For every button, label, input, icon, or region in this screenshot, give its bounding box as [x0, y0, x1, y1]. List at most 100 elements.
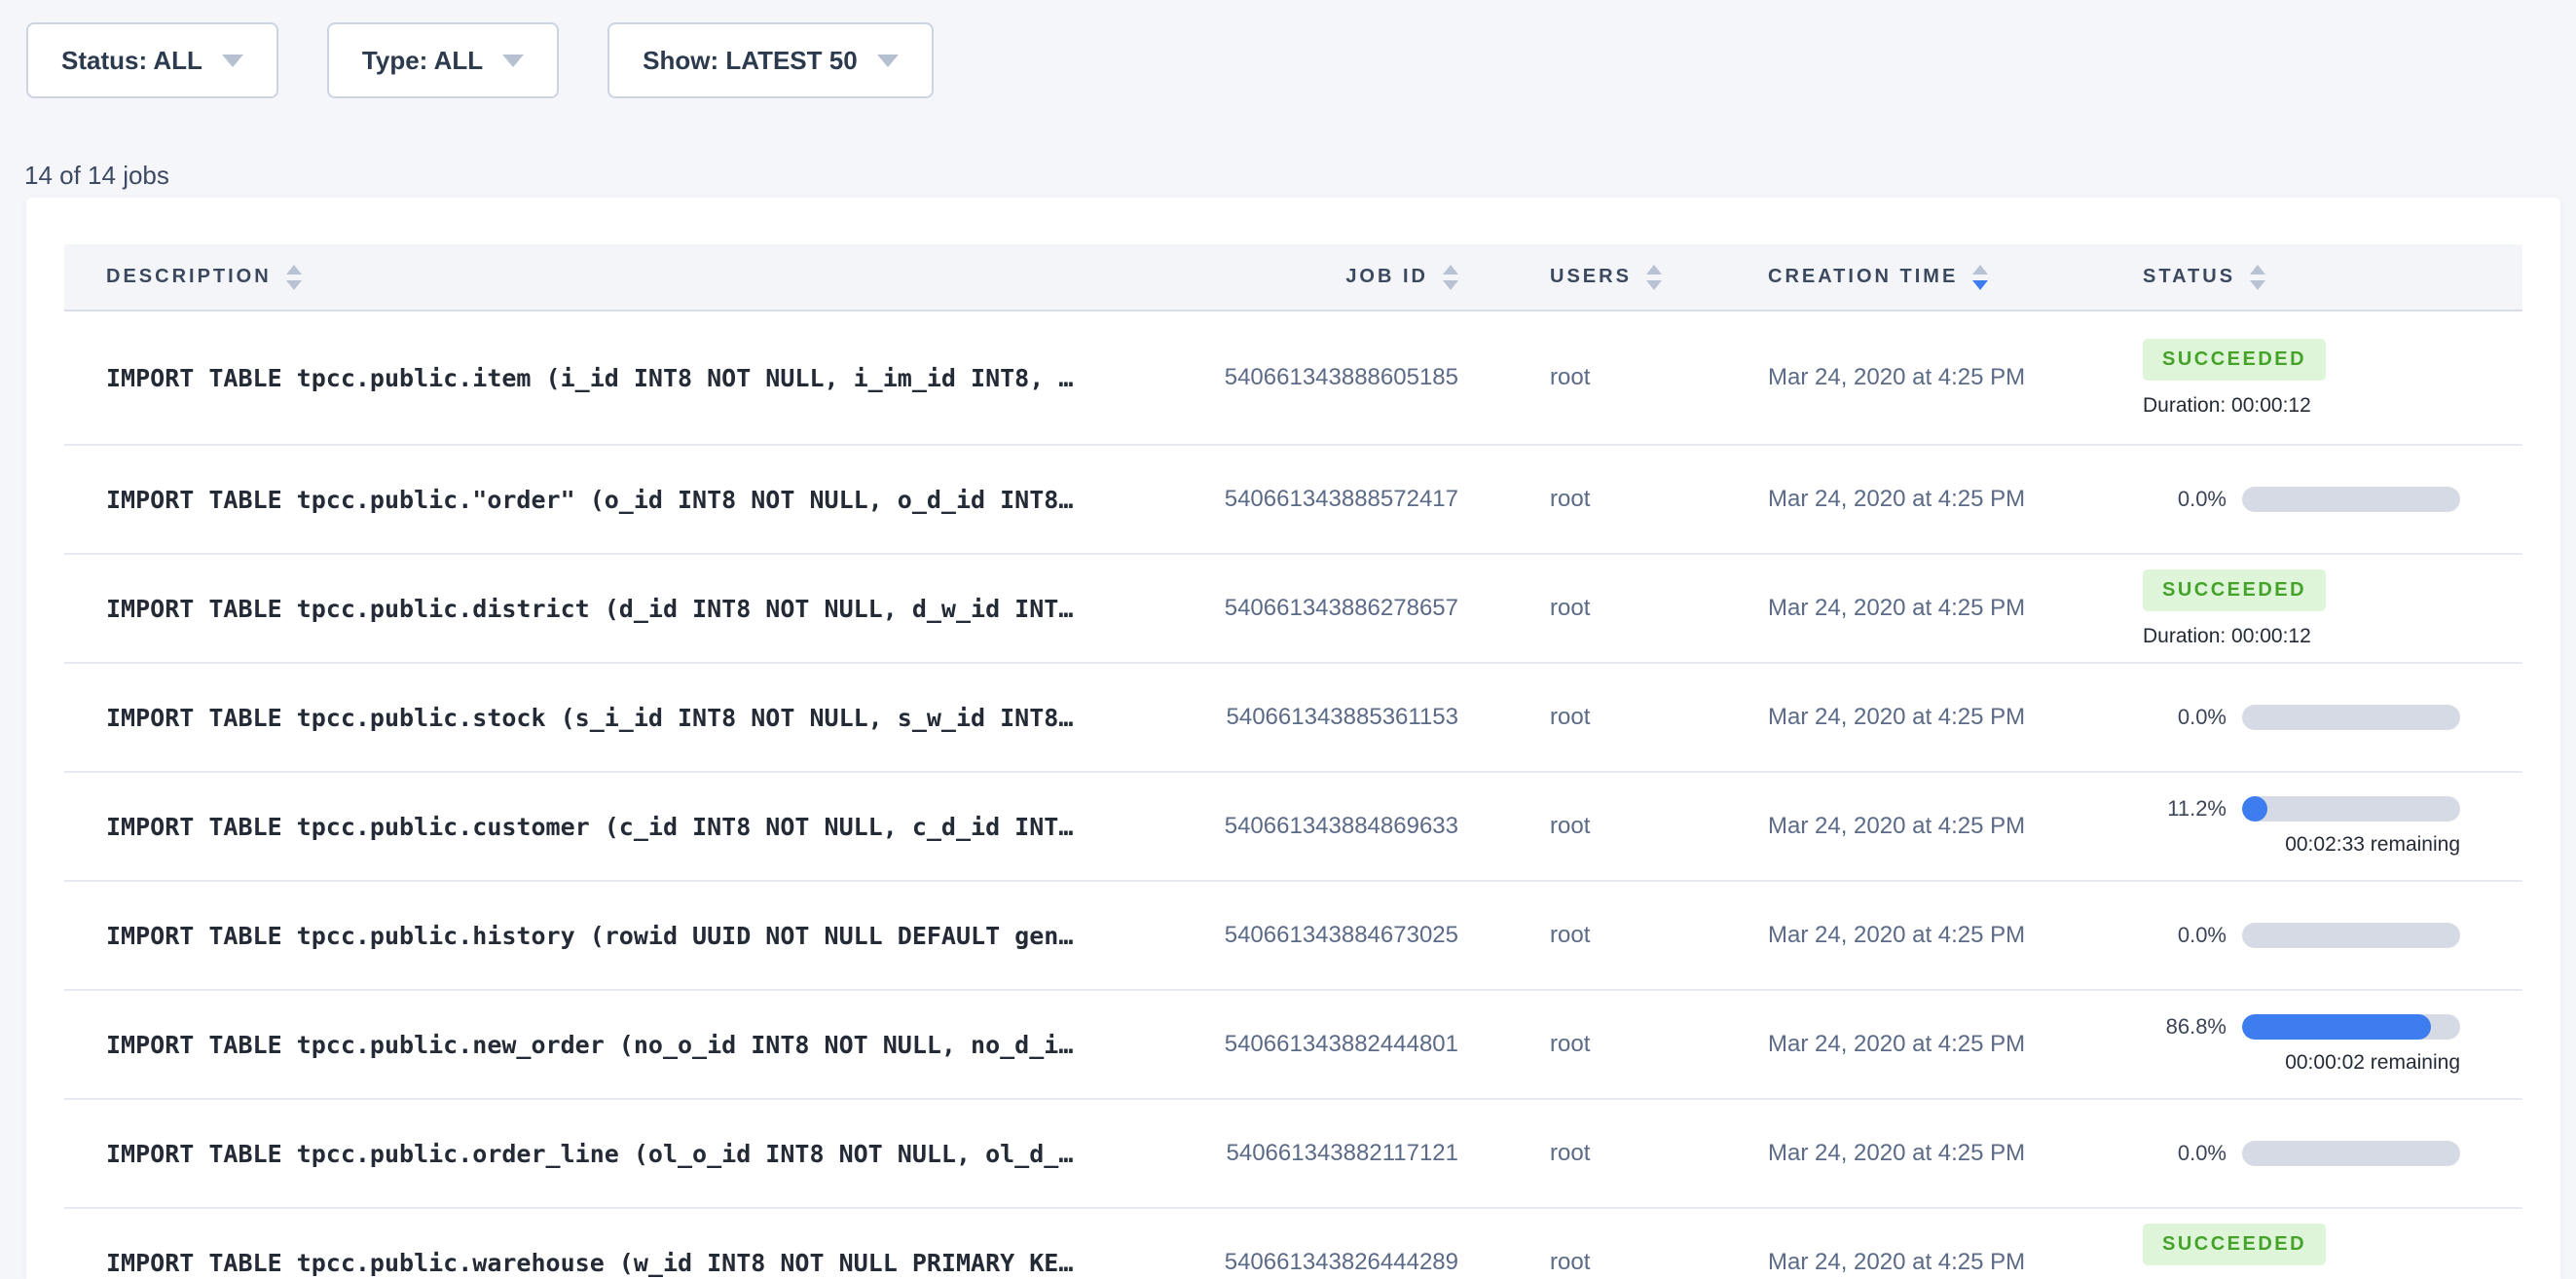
status-succeeded: SUCCEEDED Duration: 00:00:08 [2143, 1224, 2522, 1279]
sort-icon[interactable] [1443, 265, 1458, 290]
job-description[interactable]: IMPORT TABLE tpcc.public.warehouse (w_id… [64, 1208, 1166, 1279]
job-user: root [1458, 990, 1682, 1099]
progress-bar-fill [2242, 1014, 2431, 1040]
type-filter-label: Type: ALL [362, 46, 483, 76]
sort-asc-icon[interactable] [1972, 265, 1988, 274]
sort-icon[interactable] [1972, 265, 1988, 290]
job-creation-time: Mar 24, 2020 at 4:25 PM [1682, 990, 2057, 1099]
column-header-status[interactable]: STATUS [2057, 244, 2522, 311]
job-description[interactable]: IMPORT TABLE tpcc.public.item (i_id INT8… [64, 311, 1166, 445]
progress-bar [2242, 705, 2460, 730]
job-status-cell: 11.2% 00:02:33 remaining [2057, 772, 2522, 881]
status-badge: SUCCEEDED [2143, 339, 2326, 381]
table-row[interactable]: IMPORT TABLE tpcc.public.customer (c_id … [64, 772, 2522, 881]
progress-bar [2242, 1014, 2460, 1040]
job-user: root [1458, 772, 1682, 881]
table-row[interactable]: IMPORT TABLE tpcc.public.new_order (no_o… [64, 990, 2522, 1099]
sort-asc-icon[interactable] [2250, 265, 2265, 274]
show-filter-label: Show: LATEST 50 [643, 46, 858, 76]
job-status-cell: 0.0% [2057, 1099, 2522, 1208]
job-id: 540661343888605185 [1166, 311, 1458, 445]
status-succeeded: SUCCEEDED Duration: 00:00:12 [2143, 339, 2522, 418]
progress-percent: 0.0% [2143, 487, 2226, 512]
sort-icon[interactable] [1646, 265, 1662, 290]
job-user: root [1458, 881, 1682, 990]
sort-icon[interactable] [2250, 265, 2265, 290]
sort-desc-icon[interactable] [1443, 280, 1458, 290]
job-status-cell: 0.0% [2057, 663, 2522, 772]
jobs-page: { "filters": { "status": { "label": "Sta… [0, 0, 2576, 1279]
job-creation-time: Mar 24, 2020 at 4:25 PM [1682, 772, 2057, 881]
sort-icon[interactable] [286, 265, 302, 290]
progress-remaining: 00:02:33 remaining [2143, 833, 2460, 857]
job-id: 540661343882117121 [1166, 1099, 1458, 1208]
job-id: 540661343885361153 [1166, 663, 1458, 772]
column-header-job_id[interactable]: JOB ID [1166, 244, 1458, 311]
sort-desc-icon[interactable] [1972, 280, 1988, 290]
job-status-cell: 0.0% [2057, 881, 2522, 990]
progress-percent: 86.8% [2143, 1014, 2226, 1040]
status-progress: 0.0% [2143, 923, 2522, 948]
job-status-cell: 86.8% 00:00:02 remaining [2057, 990, 2522, 1099]
status-duration: Duration: 00:00:12 [2143, 625, 2311, 648]
status-badge: SUCCEEDED [2143, 1224, 2326, 1265]
progress-percent: 0.0% [2143, 705, 2226, 730]
job-status-cell: SUCCEEDED Duration: 00:00:12 [2057, 311, 2522, 445]
column-header-label: CREATION TIME [1768, 266, 1958, 288]
job-user: root [1458, 554, 1682, 663]
sort-desc-icon[interactable] [2250, 280, 2265, 290]
sort-asc-icon[interactable] [1646, 265, 1662, 274]
type-filter-dropdown[interactable]: Type: ALL [327, 22, 559, 98]
job-status-cell: 0.0% [2057, 445, 2522, 554]
chevron-down-icon [222, 55, 243, 67]
job-creation-time: Mar 24, 2020 at 4:25 PM [1682, 554, 2057, 663]
progress-remaining: 00:00:02 remaining [2143, 1051, 2460, 1075]
progress-percent: 0.0% [2143, 1141, 2226, 1166]
job-description[interactable]: IMPORT TABLE tpcc.public.history (rowid … [64, 881, 1166, 990]
job-user: root [1458, 663, 1682, 772]
status-progress: 0.0% [2143, 487, 2522, 512]
job-description[interactable]: IMPORT TABLE tpcc.public.order_line (ol_… [64, 1099, 1166, 1208]
table-row[interactable]: IMPORT TABLE tpcc.public.warehouse (w_id… [64, 1208, 2522, 1279]
job-id: 540661343886278657 [1166, 554, 1458, 663]
sort-desc-icon[interactable] [1646, 280, 1662, 290]
job-description[interactable]: IMPORT TABLE tpcc.public.customer (c_id … [64, 772, 1166, 881]
job-creation-time: Mar 24, 2020 at 4:25 PM [1682, 1208, 2057, 1279]
chevron-down-icon [877, 55, 899, 67]
job-description[interactable]: IMPORT TABLE tpcc.public.new_order (no_o… [64, 990, 1166, 1099]
status-badge: SUCCEEDED [2143, 569, 2326, 611]
status-filter-dropdown[interactable]: Status: ALL [26, 22, 278, 98]
sort-desc-icon[interactable] [286, 280, 302, 290]
table-row[interactable]: IMPORT TABLE tpcc.public.history (rowid … [64, 881, 2522, 990]
job-description[interactable]: IMPORT TABLE tpcc.public."order" (o_id I… [64, 445, 1166, 554]
column-header-description[interactable]: DESCRIPTION [64, 244, 1166, 311]
job-creation-time: Mar 24, 2020 at 4:25 PM [1682, 1099, 2057, 1208]
column-header-creation_time[interactable]: CREATION TIME [1682, 244, 2057, 311]
table-row[interactable]: IMPORT TABLE tpcc.public.item (i_id INT8… [64, 311, 2522, 445]
column-header-users[interactable]: USERS [1458, 244, 1682, 311]
column-header-label: JOB ID [1345, 266, 1428, 288]
column-header-label: STATUS [2143, 266, 2235, 288]
table-header-row: DESCRIPTION JOB ID USERS CREATION T [64, 244, 2522, 311]
chevron-down-icon [502, 55, 524, 67]
job-description[interactable]: IMPORT TABLE tpcc.public.stock (s_i_id I… [64, 663, 1166, 772]
show-filter-dropdown[interactable]: Show: LATEST 50 [607, 22, 934, 98]
job-status-cell: SUCCEEDED Duration: 00:00:08 [2057, 1208, 2522, 1279]
progress-percent: 0.0% [2143, 923, 2226, 948]
job-id: 540661343888572417 [1166, 445, 1458, 554]
table-row[interactable]: IMPORT TABLE tpcc.public.order_line (ol_… [64, 1099, 2522, 1208]
table-row[interactable]: IMPORT TABLE tpcc.public.stock (s_i_id I… [64, 663, 2522, 772]
sort-asc-icon[interactable] [286, 265, 302, 274]
job-status-cell: SUCCEEDED Duration: 00:00:12 [2057, 554, 2522, 663]
status-succeeded: SUCCEEDED Duration: 00:00:12 [2143, 569, 2522, 648]
column-header-label: DESCRIPTION [106, 266, 272, 288]
sort-asc-icon[interactable] [1443, 265, 1458, 274]
job-description[interactable]: IMPORT TABLE tpcc.public.district (d_id … [64, 554, 1166, 663]
table-row[interactable]: IMPORT TABLE tpcc.public."order" (o_id I… [64, 445, 2522, 554]
job-user: root [1458, 1208, 1682, 1279]
job-user: root [1458, 445, 1682, 554]
column-header-label: USERS [1550, 266, 1632, 288]
table-row[interactable]: IMPORT TABLE tpcc.public.district (d_id … [64, 554, 2522, 663]
progress-bar [2242, 923, 2460, 948]
status-filter-label: Status: ALL [61, 46, 202, 76]
